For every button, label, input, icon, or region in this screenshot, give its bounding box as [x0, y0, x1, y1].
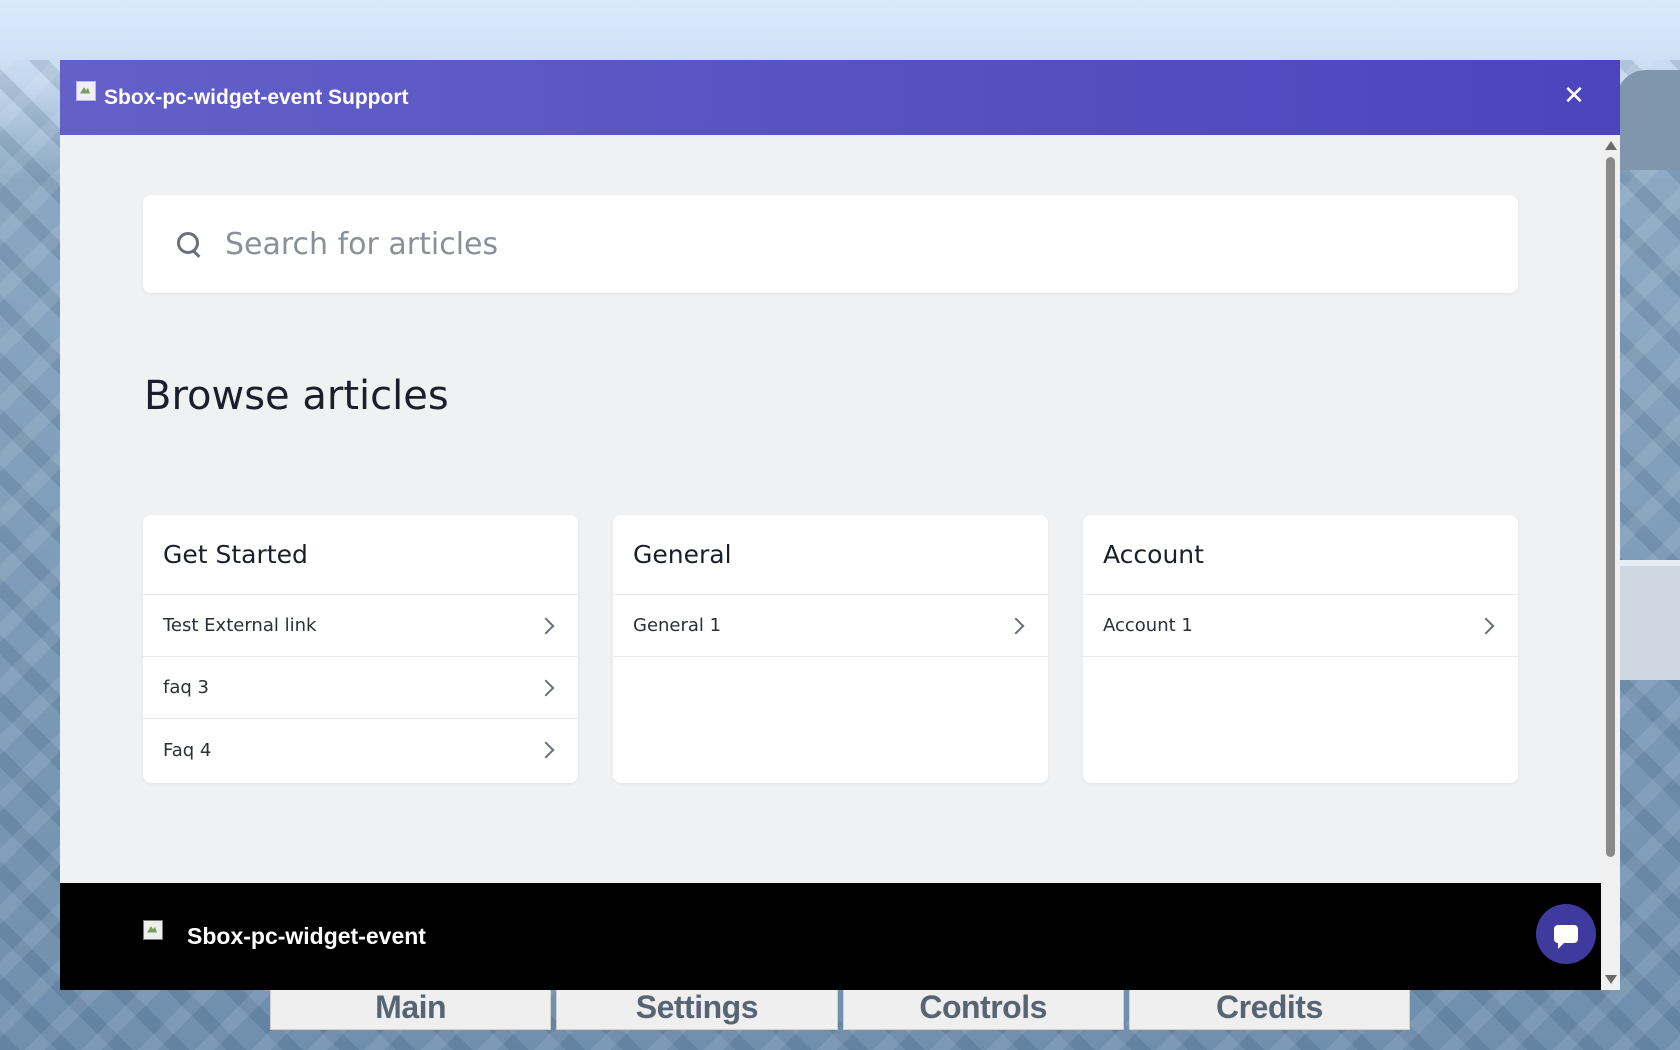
game-tab-credits[interactable]: Credits — [1128, 984, 1410, 1030]
article-link[interactable]: Account 1 — [1083, 595, 1518, 657]
article-label: Test External link — [163, 615, 317, 636]
footer-title: Sbox-pc-widget-event — [187, 923, 426, 949]
article-label: General 1 — [633, 615, 722, 636]
close-icon[interactable]: ✕ — [1562, 83, 1586, 109]
scrollbar[interactable] — [1601, 135, 1620, 990]
chat-button[interactable] — [1536, 904, 1596, 964]
scroll-up-arrow-icon[interactable] — [1605, 141, 1617, 150]
chat-bubble-icon — [1554, 925, 1578, 949]
widget-body: Browse articles Get Started Test Externa… — [60, 135, 1601, 883]
search-icon — [175, 230, 203, 258]
browse-articles-heading: Browse articles — [144, 373, 449, 419]
article-link[interactable]: faq 3 — [143, 657, 578, 719]
game-sky — [0, 0, 1680, 60]
broken-image-icon — [143, 919, 163, 940]
game-tab-main[interactable]: Main — [270, 984, 552, 1030]
game-tab-settings[interactable]: Settings — [556, 984, 838, 1030]
chevron-right-icon — [1477, 617, 1495, 634]
article-label: Account 1 — [1103, 615, 1193, 636]
game-tab-controls[interactable]: Controls — [842, 984, 1124, 1030]
widget-title: Sbox-pc-widget-event Support — [104, 85, 409, 109]
game-roof-decoration — [1616, 70, 1680, 170]
article-link[interactable]: General 1 — [613, 595, 1048, 657]
chevron-right-icon — [537, 679, 555, 696]
category-card-account: Account Account 1 — [1083, 515, 1518, 783]
widget-header: Sbox-pc-widget-event Support ✕ — [60, 60, 1620, 135]
widget-footer: Sbox-pc-widget-event — [60, 883, 1601, 990]
category-card-get-started: Get Started Test External link faq 3 Faq… — [143, 515, 578, 783]
game-fence-decoration — [1620, 560, 1680, 680]
category-card-general: General General 1 — [613, 515, 1048, 783]
chevron-right-icon — [537, 741, 555, 759]
scroll-down-arrow-icon[interactable] — [1605, 975, 1617, 984]
broken-image-icon — [76, 80, 96, 101]
article-label: Faq 4 — [163, 739, 212, 761]
article-link[interactable]: Faq 4 — [143, 719, 578, 781]
search-input[interactable] — [225, 226, 1425, 262]
game-menu: Main Settings Controls Credits — [270, 984, 1410, 1030]
article-label: faq 3 — [163, 677, 209, 698]
category-title: Get Started — [143, 515, 578, 595]
category-title: Account — [1083, 515, 1518, 595]
article-link[interactable]: Test External link — [143, 595, 578, 657]
category-cards: Get Started Test External link faq 3 Faq… — [143, 515, 1518, 783]
chevron-right-icon — [537, 617, 555, 634]
scroll-thumb[interactable] — [1606, 157, 1615, 857]
chevron-right-icon — [1007, 617, 1025, 634]
search-box[interactable] — [143, 195, 1518, 293]
category-title: General — [613, 515, 1048, 595]
support-widget: Sbox-pc-widget-event Support ✕ Browse ar… — [60, 60, 1620, 990]
